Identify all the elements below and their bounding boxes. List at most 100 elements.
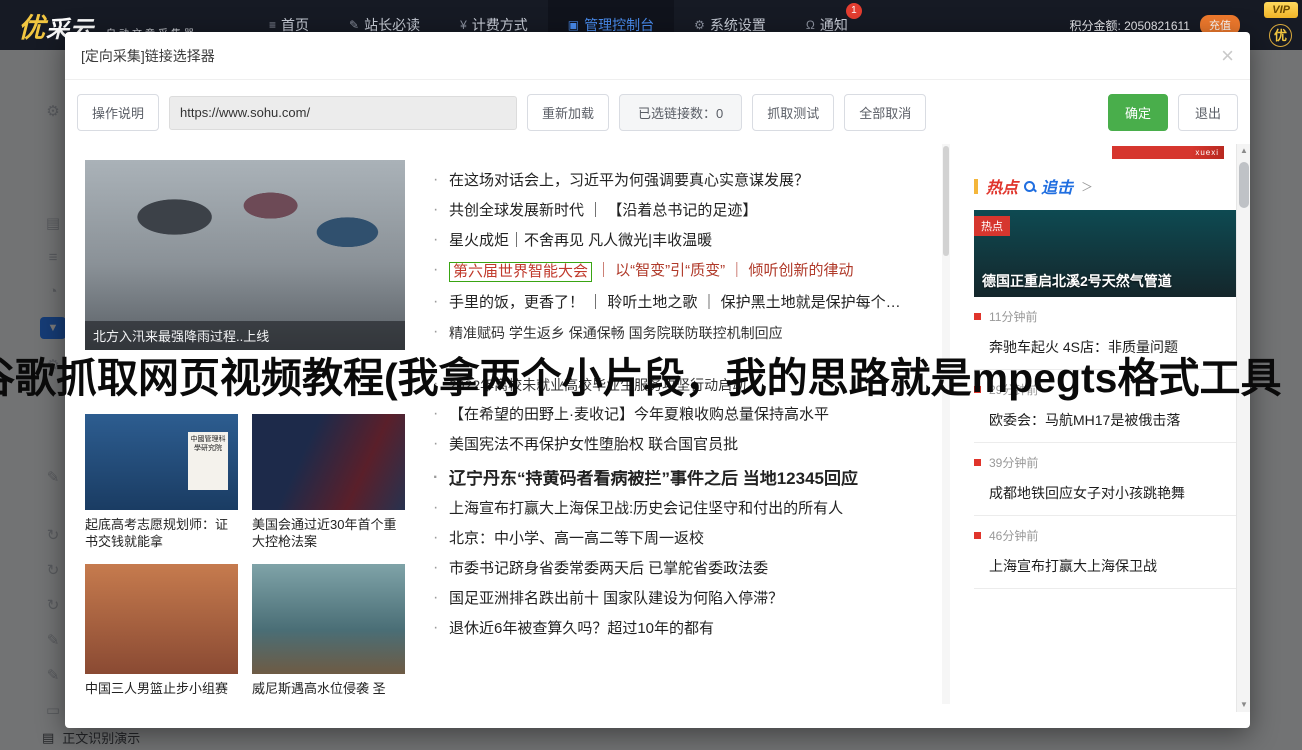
hot-item-time: 39分钟前 xyxy=(974,454,1236,471)
headline-row[interactable]: ·在这场对话会上，习近平为何强调要真心实意谋发展？ xyxy=(433,172,950,190)
headline-link[interactable]: ｜ 以“智变”引“质变” ｜ 倾听创新的律动 xyxy=(596,262,854,280)
headline-row-selected[interactable]: · 第六届世界智能大会 ｜ 以“智变”引“质变” ｜ 倾听创新的律动 xyxy=(433,262,950,282)
headline-link[interactable]: 上海宣布打赢大上海保卫战:历史会记住坚守和付出的所有人 xyxy=(449,500,843,518)
embedded-webpage: xuexi 北方入汛来最强降雨过程..上线 中國管理科學研究院 起底高考志愿规划… xyxy=(85,144,1236,712)
headline-row[interactable]: ·上海宣布打赢大上海保卫战:历史会记住坚守和付出的所有人 xyxy=(433,500,950,518)
headline-row[interactable]: ·退休近6年被查算久吗？超过10年的都有 xyxy=(433,620,950,638)
headline-link[interactable]: 美国宪法不再保护女性堕胎权 联合国官员批 xyxy=(449,436,738,454)
bullet-icon: · xyxy=(433,560,449,576)
bullet-icon: · xyxy=(433,620,449,636)
headline-link[interactable]: 共创全球发展新时代 ｜ 【沿着总书记的足迹】 xyxy=(449,202,757,220)
headline-row[interactable]: ·星火成炬｜不舍再见 凡人微光|丰收温暖 xyxy=(433,232,950,250)
photo-grid: 中國管理科學研究院 起底高考志愿规划师：证书交钱就能拿 美国会通过近30年首个重… xyxy=(85,414,405,697)
modal-scrollbar[interactable]: ▲ ▼ xyxy=(1236,144,1250,712)
bullet-icon: · xyxy=(433,530,449,546)
red-square-icon xyxy=(974,532,981,539)
confirm-button[interactable]: 确定 xyxy=(1108,94,1168,131)
notification-badge: 1 xyxy=(846,3,862,19)
hot-title-right: 追击 xyxy=(1041,174,1073,198)
red-square-icon xyxy=(974,459,981,466)
bullet-icon: · xyxy=(433,294,449,310)
headline-link[interactable]: 辽宁丹东“持黄码者看病被拦”事件之后 当地12345回应 xyxy=(449,470,858,488)
news-photo-card[interactable]: 威尼斯遇高水位侵袭 圣 xyxy=(252,564,405,697)
bullet-icon: · xyxy=(433,172,449,188)
hot-item[interactable]: 46分钟前 上海宣布打赢大上海保卫战 xyxy=(974,516,1236,589)
headline-link[interactable]: 北京：中小学、高一高二等下周一返校 xyxy=(449,530,704,548)
hot-lead-story[interactable]: 热点 德国正重启北溪2号天然气管道 xyxy=(974,210,1236,297)
headline-row[interactable]: ·北京：中小学、高一高二等下周一返校 xyxy=(433,530,950,548)
news-photo-card[interactable]: 美国会通过近30年首个重大控枪法案 xyxy=(252,414,405,550)
hot-item[interactable]: 39分钟前 成都地铁回应女子对小孩跳艳舞 xyxy=(974,443,1236,516)
headline-link[interactable]: 精准赋码 学生返乡 保通保畅 国务院联防联控机制回应 xyxy=(449,324,783,342)
news-photo-card[interactable]: 中國管理科學研究院 起底高考志愿规划师：证书交钱就能拿 xyxy=(85,414,238,550)
headline-row[interactable]: ·市委书记跻身省委常委两天后 已掌舵省委政法委 xyxy=(433,560,950,578)
hero-photo[interactable]: 北方入汛来最强降雨过程..上线 xyxy=(85,160,405,350)
hot-item-link[interactable]: 上海宣布打赢大上海保卫战 xyxy=(974,557,1236,575)
headline-row[interactable]: ·精准赋码 学生返乡 保通保畅 国务院联防联控机制回应 xyxy=(433,324,950,342)
more-arrow-icon[interactable]: ＞ xyxy=(1081,178,1093,195)
book-icon: ✎ xyxy=(349,18,359,32)
headline-row[interactable]: ·美国宪法不再保护女性堕胎权 联合国官员批 xyxy=(433,436,950,454)
headline-link[interactable]: 在这场对话会上，习近平为何强调要真心实意谋发展？ xyxy=(449,172,809,190)
photo-caption[interactable]: 起底高考志愿规划师：证书交钱就能拿 xyxy=(85,516,238,550)
headline-row[interactable]: ·手里的饭，更香了！ ｜ 聆听土地之歌 ｜ 保护黑土地就是保护每个… xyxy=(433,294,950,312)
dialog-header: [定向采集]链接选择器 × xyxy=(65,32,1250,80)
dialog-title: [定向采集]链接选择器 xyxy=(81,46,215,66)
headline-row[interactable]: ·【在希望的田野上·麦收记】今年夏粮收购总量保持高水平 xyxy=(433,406,950,424)
photo-caption[interactable]: 威尼斯遇高水位侵袭 圣 xyxy=(252,680,405,697)
overlay-marquee-text: 谷歌抓取网页视频教程(我拿两个小片段，我的思路就是mpegts格式工具 xyxy=(0,344,1281,404)
basketball-photo[interactable] xyxy=(85,564,238,674)
hot-item-link[interactable]: 欧委会：马航MH17是被俄击落 xyxy=(974,411,1236,429)
page-scrollbar[interactable] xyxy=(942,144,950,704)
gear-icon: ⚙ xyxy=(694,18,705,32)
exit-button[interactable]: 退出 xyxy=(1178,94,1238,131)
credit-balance: 积分金额: 2050821611 xyxy=(1069,17,1190,34)
cancel-all-button[interactable]: 全部取消 xyxy=(844,94,926,131)
headline-link[interactable]: 退休近6年被查算久吗？超过10年的都有 xyxy=(449,620,714,638)
headline-row[interactable]: ·国足亚洲排名跌出前十 国家队建设为何陷入停滞？ xyxy=(433,590,950,608)
bullet-icon: · xyxy=(433,436,449,452)
photo-caption[interactable]: 中国三人男篮止步小组赛 xyxy=(85,680,238,697)
red-square-icon xyxy=(974,313,981,320)
account-avatar[interactable]: 优 xyxy=(1269,24,1292,47)
url-input[interactable] xyxy=(169,96,517,130)
institute-photo[interactable]: 中國管理科學研究院 xyxy=(85,414,238,510)
headline-link[interactable]: 【在希望的田野上·麦收记】今年夏粮收购总量保持高水平 xyxy=(449,406,829,424)
scroll-up-icon[interactable]: ▲ xyxy=(1237,144,1251,158)
hot-item-link[interactable]: 成都地铁回应女子对小孩跳艳舞 xyxy=(974,484,1236,502)
hot-panel-header[interactable]: 热点 追击 ＞ xyxy=(974,174,1236,198)
headline-row[interactable]: ·共创全球发展新时代 ｜ 【沿着总书记的足迹】 xyxy=(433,202,950,220)
promo-banner[interactable]: xuexi xyxy=(1112,146,1224,159)
scroll-down-icon[interactable]: ▼ xyxy=(1237,698,1251,712)
dialog-toolbar: 操作说明 重新加载 已选链接数：0 抓取测试 全部取消 确定 退出 xyxy=(65,80,1250,143)
grab-test-button[interactable]: 抓取测试 xyxy=(752,94,834,131)
headline-link[interactable]: 星火成炬｜不舍再见 凡人微光|丰收温暖 xyxy=(449,232,712,250)
bullet-icon: · xyxy=(433,202,449,218)
app-root: 优采云 自动文章采集器 ≡ 首页 ✎ 站长必读 ¥ 计费方式 ▣ 管理控制台 ⚙ xyxy=(0,0,1302,750)
selected-link[interactable]: 第六届世界智能大会 xyxy=(449,262,592,282)
vip-badge[interactable]: VIP xyxy=(1264,2,1298,18)
help-button[interactable]: 操作说明 xyxy=(77,94,159,131)
congress-photo[interactable] xyxy=(252,414,405,510)
news-photo-card[interactable]: 中国三人男篮止步小组赛 xyxy=(85,564,238,697)
selected-links-count[interactable]: 已选链接数：0 xyxy=(619,94,742,131)
bell-icon: Ω xyxy=(806,18,815,32)
home-icon: ≡ xyxy=(269,18,276,32)
photo-column: 北方入汛来最强降雨过程..上线 中國管理科學研究院 起底高考志愿规划师：证书交钱… xyxy=(85,144,405,697)
console-icon: ▣ xyxy=(568,18,579,32)
placard-text: 中國管理科學研究院 xyxy=(188,432,228,490)
hot-lead-caption[interactable]: 德国正重启北溪2号天然气管道 xyxy=(982,271,1172,291)
hot-item-time: 11分钟前 xyxy=(974,308,1236,325)
close-icon[interactable]: × xyxy=(1221,45,1234,67)
hot-title-left: 热点 xyxy=(986,174,1018,198)
headline-link[interactable]: 市委书记跻身省委常委两天后 已掌舵省委政法委 xyxy=(449,560,768,578)
headline-link[interactable]: 手里的饭，更香了！ ｜ 聆听土地之歌 ｜ 保护黑土地就是保护每个… xyxy=(449,294,901,312)
bullet-icon: · xyxy=(433,324,449,340)
scrollbar-thumb[interactable] xyxy=(1239,162,1249,208)
reload-button[interactable]: 重新加载 xyxy=(527,94,609,131)
headline-row[interactable]: ·辽宁丹东“持黄码者看病被拦”事件之后 当地12345回应 xyxy=(433,470,950,488)
photo-caption[interactable]: 美国会通过近30年首个重大控枪法案 xyxy=(252,516,405,550)
page-scrollbar-thumb[interactable] xyxy=(943,146,949,256)
headline-link[interactable]: 国足亚洲排名跌出前十 国家队建设为何陷入停滞？ xyxy=(449,590,783,608)
venice-photo[interactable] xyxy=(252,564,405,674)
